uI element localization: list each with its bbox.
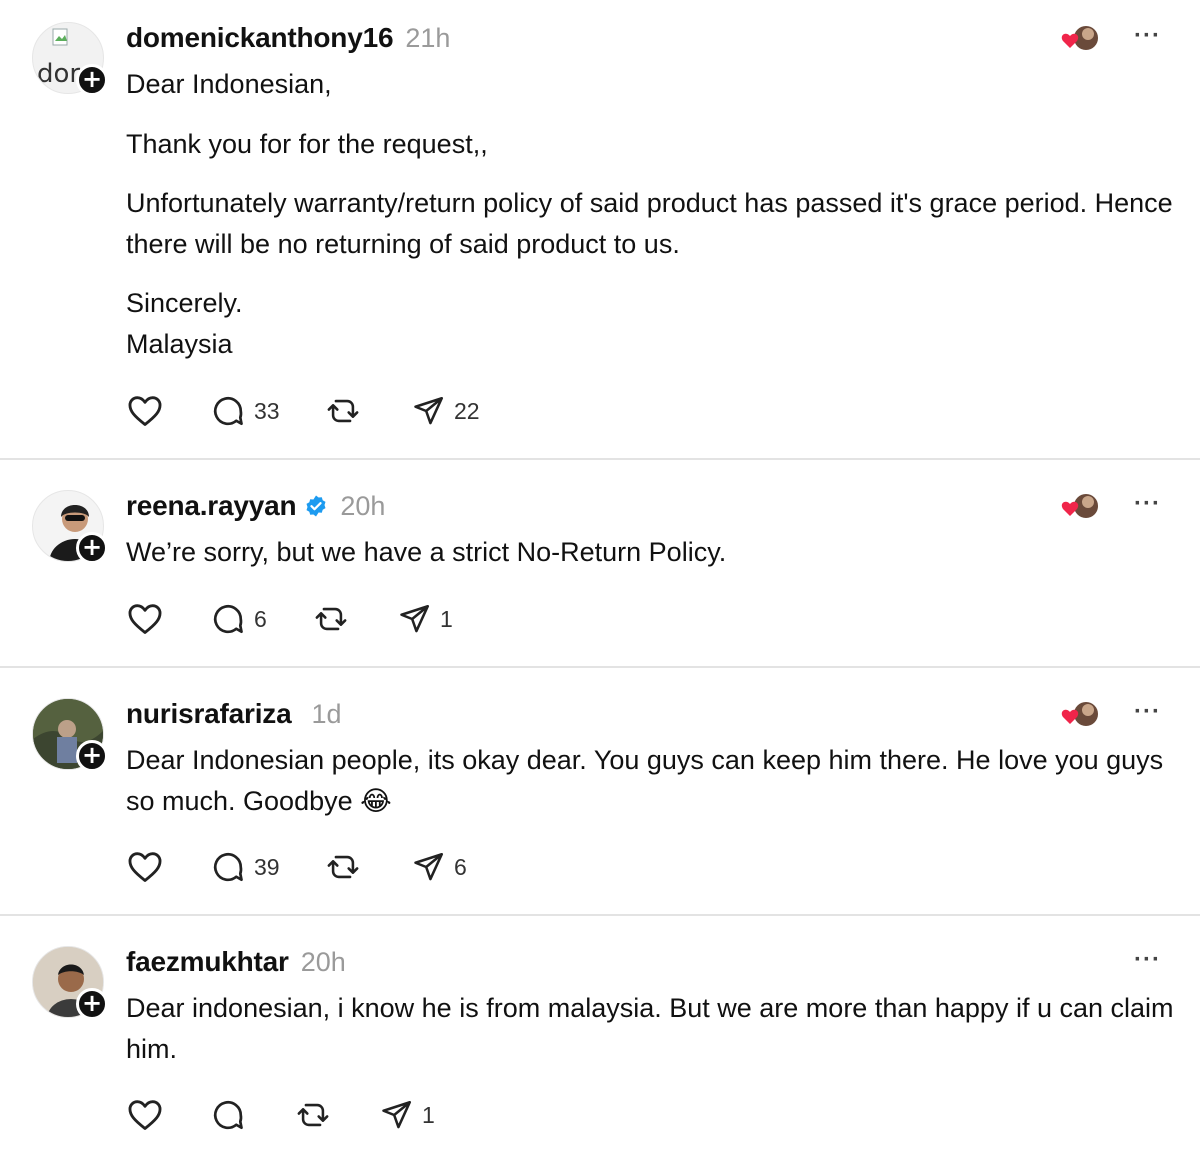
follow-button[interactable]: + xyxy=(76,740,108,772)
reply-button[interactable]: 39 xyxy=(210,847,326,887)
reply-count: 6 xyxy=(254,605,267,632)
comment-icon xyxy=(213,1100,243,1130)
thread-post: dor + domenickanthony16 21h ··· Dear Ind… xyxy=(0,22,1200,442)
share-count: 22 xyxy=(454,397,480,424)
reply-button[interactable]: 6 xyxy=(210,599,314,639)
avatar[interactable]: + xyxy=(32,490,108,564)
repost-button[interactable] xyxy=(326,847,412,887)
like-button[interactable] xyxy=(126,847,210,887)
more-options-button[interactable]: ··· xyxy=(1134,948,1161,972)
reply-count: 33 xyxy=(254,397,280,424)
more-options-button[interactable]: ··· xyxy=(1134,24,1161,48)
post-paragraph: We’re sorry, but we have a strict No-Ret… xyxy=(126,537,727,567)
heart-icon xyxy=(128,396,162,426)
post-header: domenickanthony16 21h xyxy=(126,22,450,54)
verified-badge-icon xyxy=(306,495,326,517)
avatar[interactable]: + xyxy=(32,946,108,1020)
repost-icon xyxy=(327,399,359,423)
share-count: 1 xyxy=(422,1101,435,1128)
action-bar: 1 xyxy=(126,1095,435,1135)
heart-icon xyxy=(128,852,162,882)
post-header: reena.rayyan 20h xyxy=(126,490,385,522)
comment-icon xyxy=(213,852,243,882)
thread-post: + nurisrafariza 1d ··· Dear Indonesian p… xyxy=(0,698,1200,898)
username[interactable]: domenickanthony16 xyxy=(126,22,394,54)
liker-avatars-icon[interactable] xyxy=(1058,22,1106,58)
post-paragraph: Dear indonesian, i know he is from malay… xyxy=(126,993,1174,1064)
share-count: 6 xyxy=(454,853,467,880)
action-bar: 33 22 xyxy=(126,391,480,431)
post-paragraph: Thank you for for the request,, xyxy=(126,129,488,159)
follow-button[interactable]: + xyxy=(76,988,108,1020)
post-paragraph: Sincerely. Malaysia xyxy=(126,288,243,359)
share-button[interactable]: 6 xyxy=(412,847,467,887)
username[interactable]: nurisrafariza xyxy=(126,698,292,730)
heart-icon xyxy=(128,1100,162,1130)
heart-icon xyxy=(128,604,162,634)
more-options-button[interactable]: ··· xyxy=(1134,700,1161,724)
post-paragraph: Unfortunately warranty/return policy of … xyxy=(126,188,1173,259)
post-text: Dear Indonesian, Thank you for for the r… xyxy=(126,64,1176,365)
follow-button[interactable]: + xyxy=(76,64,108,96)
thread-post: + faezmukhtar 20h ··· Dear indonesian, i… xyxy=(0,946,1200,1146)
reply-button[interactable]: 33 xyxy=(210,391,326,431)
username[interactable]: faezmukhtar xyxy=(126,946,289,978)
post-paragraph: Dear Indonesian, xyxy=(126,69,332,99)
post-text: Dear Indonesian people, its okay dear. Y… xyxy=(126,740,1176,822)
action-bar: 6 1 xyxy=(126,599,453,639)
share-button[interactable]: 1 xyxy=(380,1095,435,1135)
comment-icon xyxy=(213,396,243,426)
like-button[interactable] xyxy=(126,391,210,431)
reply-count: 39 xyxy=(254,853,280,880)
repost-button[interactable] xyxy=(326,391,412,431)
post-paragraph: Dear Indonesian people, its okay dear. Y… xyxy=(126,745,1164,816)
share-icon xyxy=(400,604,430,633)
post-header: faezmukhtar 20h xyxy=(126,946,346,978)
thread-post: + reena.rayyan 20h ··· We’re sorry, but … xyxy=(0,490,1200,640)
action-bar: 39 6 xyxy=(126,847,467,887)
avatar[interactable]: dor + xyxy=(32,22,108,96)
avatar[interactable]: + xyxy=(32,698,108,772)
like-button[interactable] xyxy=(126,1095,210,1135)
repost-button[interactable] xyxy=(314,599,398,639)
repost-icon xyxy=(327,855,359,879)
liker-avatars-icon[interactable] xyxy=(1058,490,1106,526)
post-header: nurisrafariza 1d xyxy=(126,698,342,730)
repost-icon xyxy=(315,607,347,631)
share-button[interactable]: 1 xyxy=(398,599,453,639)
divider xyxy=(0,458,1200,460)
share-icon xyxy=(382,1100,412,1129)
post-text: We’re sorry, but we have a strict No-Ret… xyxy=(126,532,1176,573)
repost-icon xyxy=(297,1103,329,1127)
liker-avatars-icon[interactable] xyxy=(1058,698,1106,734)
avatar-alt-text: dor xyxy=(37,59,81,89)
comment-icon xyxy=(213,604,243,634)
share-icon xyxy=(414,852,444,881)
divider xyxy=(0,666,1200,668)
follow-button[interactable]: + xyxy=(76,532,108,564)
reply-button[interactable] xyxy=(210,1095,296,1135)
divider xyxy=(0,914,1200,916)
timestamp[interactable]: 1d xyxy=(311,699,341,730)
repost-button[interactable] xyxy=(296,1095,380,1135)
timestamp[interactable]: 21h xyxy=(405,23,450,54)
more-options-button[interactable]: ··· xyxy=(1134,492,1161,516)
share-icon xyxy=(414,396,444,425)
timestamp[interactable]: 20h xyxy=(340,491,385,522)
username[interactable]: reena.rayyan xyxy=(126,490,297,522)
share-button[interactable]: 22 xyxy=(412,391,480,431)
like-button[interactable] xyxy=(126,599,210,639)
post-text: Dear indonesian, i know he is from malay… xyxy=(126,988,1176,1070)
timestamp[interactable]: 20h xyxy=(301,947,346,978)
share-count: 1 xyxy=(440,605,453,632)
